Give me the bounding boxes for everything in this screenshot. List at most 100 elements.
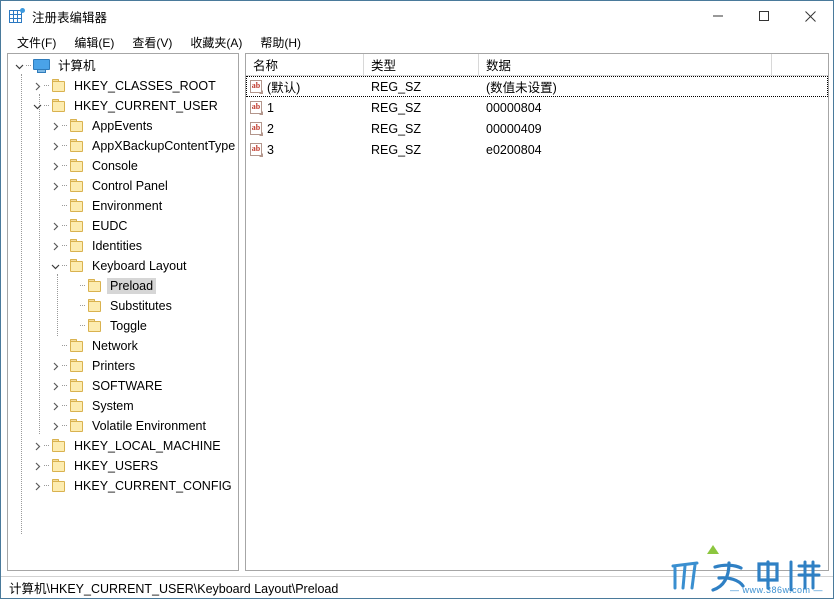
value-row[interactable]: ab 2 REG_SZ 00000409 (246, 118, 828, 139)
minimize-button[interactable] (695, 1, 741, 31)
value-type-cell: REG_SZ (364, 76, 479, 97)
tree-item-preload[interactable]: Preload (8, 276, 238, 296)
tree-connector (44, 436, 51, 456)
registry-values-pane[interactable]: 名称 类型 数据 ab (默认) REG_SZ (数值未设置) ab 1 REG_SZ 000… (245, 53, 829, 571)
folder-icon (51, 79, 67, 93)
tree-item-appevents[interactable]: AppEvents (8, 116, 238, 136)
chevron-right-icon[interactable] (48, 116, 62, 136)
chevron-right-icon[interactable] (48, 216, 62, 236)
menu-help[interactable]: 帮助(H) (251, 32, 310, 53)
tree-item-environment[interactable]: Environment (8, 196, 238, 216)
tree-item-volatile-environment[interactable]: Volatile Environment (8, 416, 238, 436)
tree-item-substitutes[interactable]: Substitutes (8, 296, 238, 316)
folder-icon (51, 459, 67, 473)
column-header-name[interactable]: 名称 (246, 54, 364, 75)
value-type: REG_SZ (371, 100, 422, 115)
chevron-right-icon[interactable] (30, 476, 44, 496)
folder-icon (69, 119, 85, 133)
title-bar[interactable]: 注册表编辑器 (1, 1, 833, 31)
tree-item-hkey-users[interactable]: HKEY_USERS (8, 456, 238, 476)
chevron-down-icon[interactable] (30, 96, 44, 116)
tree-item-hkey-classes-root[interactable]: HKEY_CLASSES_ROOT (8, 76, 238, 96)
tree-item-label: HKEY_LOCAL_MACHINE (74, 439, 221, 453)
tree-item-label: Preload (107, 278, 157, 294)
chevron-right-icon[interactable] (30, 456, 44, 476)
value-data-cell: e0200804 (479, 139, 772, 160)
column-header-type[interactable]: 类型 (364, 54, 479, 75)
chevron-right-icon[interactable] (30, 436, 44, 456)
tree-item-label: Network (92, 339, 138, 353)
menu-favorites[interactable]: 收藏夹(A) (181, 32, 251, 53)
chevron-right-icon[interactable] (48, 416, 62, 436)
chevron-right-icon[interactable] (48, 356, 62, 376)
value-data-cell: (数值未设置) (479, 76, 772, 97)
tree-item-software[interactable]: SOFTWARE (8, 376, 238, 396)
status-bar: 计算机\HKEY_CURRENT_USER\Keyboard Layout\Pr… (1, 576, 833, 598)
tree-connector (44, 76, 51, 96)
chevron-right-icon[interactable] (48, 376, 62, 396)
tree-connector (62, 176, 69, 196)
status-bar-path: 计算机\HKEY_CURRENT_USER\Keyboard Layout\Pr… (9, 582, 339, 596)
value-name-cell: ab (默认) (246, 76, 364, 97)
chevron-right-icon[interactable] (30, 76, 44, 96)
value-type-cell: REG_SZ (364, 139, 479, 160)
folder-icon (69, 399, 85, 413)
tree-connector (44, 456, 51, 476)
value-type: REG_SZ (371, 142, 422, 157)
chevron-right-icon[interactable] (48, 236, 62, 256)
tree-item-appxbackupcontenttype[interactable]: AppXBackupContentType (8, 136, 238, 156)
string-value-icon: ab (250, 121, 263, 136)
tree-connector (62, 356, 69, 376)
value-row[interactable]: ab (默认) REG_SZ (数值未设置) (246, 76, 828, 97)
string-value-icon: ab (250, 79, 263, 94)
tree-guide-line (57, 274, 58, 336)
folder-icon (51, 479, 67, 493)
tree-item-hkey-current-config[interactable]: HKEY_CURRENT_CONFIG (8, 476, 238, 496)
tree-item-console[interactable]: Console (8, 156, 238, 176)
folder-icon (69, 259, 85, 273)
tree-item-identities[interactable]: Identities (8, 236, 238, 256)
value-row[interactable]: ab 1 REG_SZ 00000804 (246, 97, 828, 118)
tree-connector (44, 96, 51, 116)
value-data: e0200804 (486, 142, 542, 157)
tree-connector (62, 336, 69, 356)
tree-guide-line (21, 74, 22, 534)
chevron-right-icon[interactable] (48, 396, 62, 416)
menu-bar: 文件(F) 编辑(E) 查看(V) 收藏夹(A) 帮助(H) (1, 31, 833, 53)
tree-item-keyboard-layout[interactable]: Keyboard Layout (8, 256, 238, 276)
tree-item-label: Identities (92, 239, 143, 253)
close-button[interactable] (787, 1, 833, 31)
chevron-right-icon[interactable] (48, 156, 62, 176)
tree-item-[interactable]: 计算机 (8, 56, 238, 76)
column-header-data[interactable]: 数据 (479, 54, 772, 75)
tree-item-eudc[interactable]: EUDC (8, 216, 238, 236)
chevron-down-icon[interactable] (12, 56, 26, 76)
value-data: (数值未设置) (486, 81, 557, 95)
tree-item-label: Substitutes (110, 299, 172, 313)
registry-tree-pane[interactable]: 计算机 HKEY_CLASSES_ROOT HKEY_CURRENT_USER App… (7, 53, 239, 571)
tree-item-system[interactable]: System (8, 396, 238, 416)
tree-connector (26, 56, 33, 76)
menu-edit[interactable]: 编辑(E) (65, 32, 123, 53)
tree-item-toggle[interactable]: Toggle (8, 316, 238, 336)
maximize-button[interactable] (741, 1, 787, 31)
registry-editor-window: 注册表编辑器 文件(F) 编辑(E) 查看(V) 收藏夹(A) 帮助(H) 计算… (0, 0, 834, 599)
tree-item-label: AppXBackupContentType (92, 139, 236, 153)
value-name-cell: ab 3 (246, 139, 364, 160)
chevron-right-icon[interactable] (48, 176, 62, 196)
chevron-down-icon[interactable] (48, 256, 62, 276)
window-controls (695, 1, 833, 31)
menu-view[interactable]: 查看(V) (123, 32, 181, 53)
value-row[interactable]: ab 3 REG_SZ e0200804 (246, 139, 828, 160)
tree-item-hkey-current-user[interactable]: HKEY_CURRENT_USER (8, 96, 238, 116)
folder-icon (69, 379, 85, 393)
menu-file[interactable]: 文件(F) (8, 32, 65, 53)
tree-item-control-panel[interactable]: Control Panel (8, 176, 238, 196)
chevron-right-icon[interactable] (48, 136, 62, 156)
tree-item-network[interactable]: Network (8, 336, 238, 356)
tree-item-hkey-local-machine[interactable]: HKEY_LOCAL_MACHINE (8, 436, 238, 456)
tree-item-printers[interactable]: Printers (8, 356, 238, 376)
